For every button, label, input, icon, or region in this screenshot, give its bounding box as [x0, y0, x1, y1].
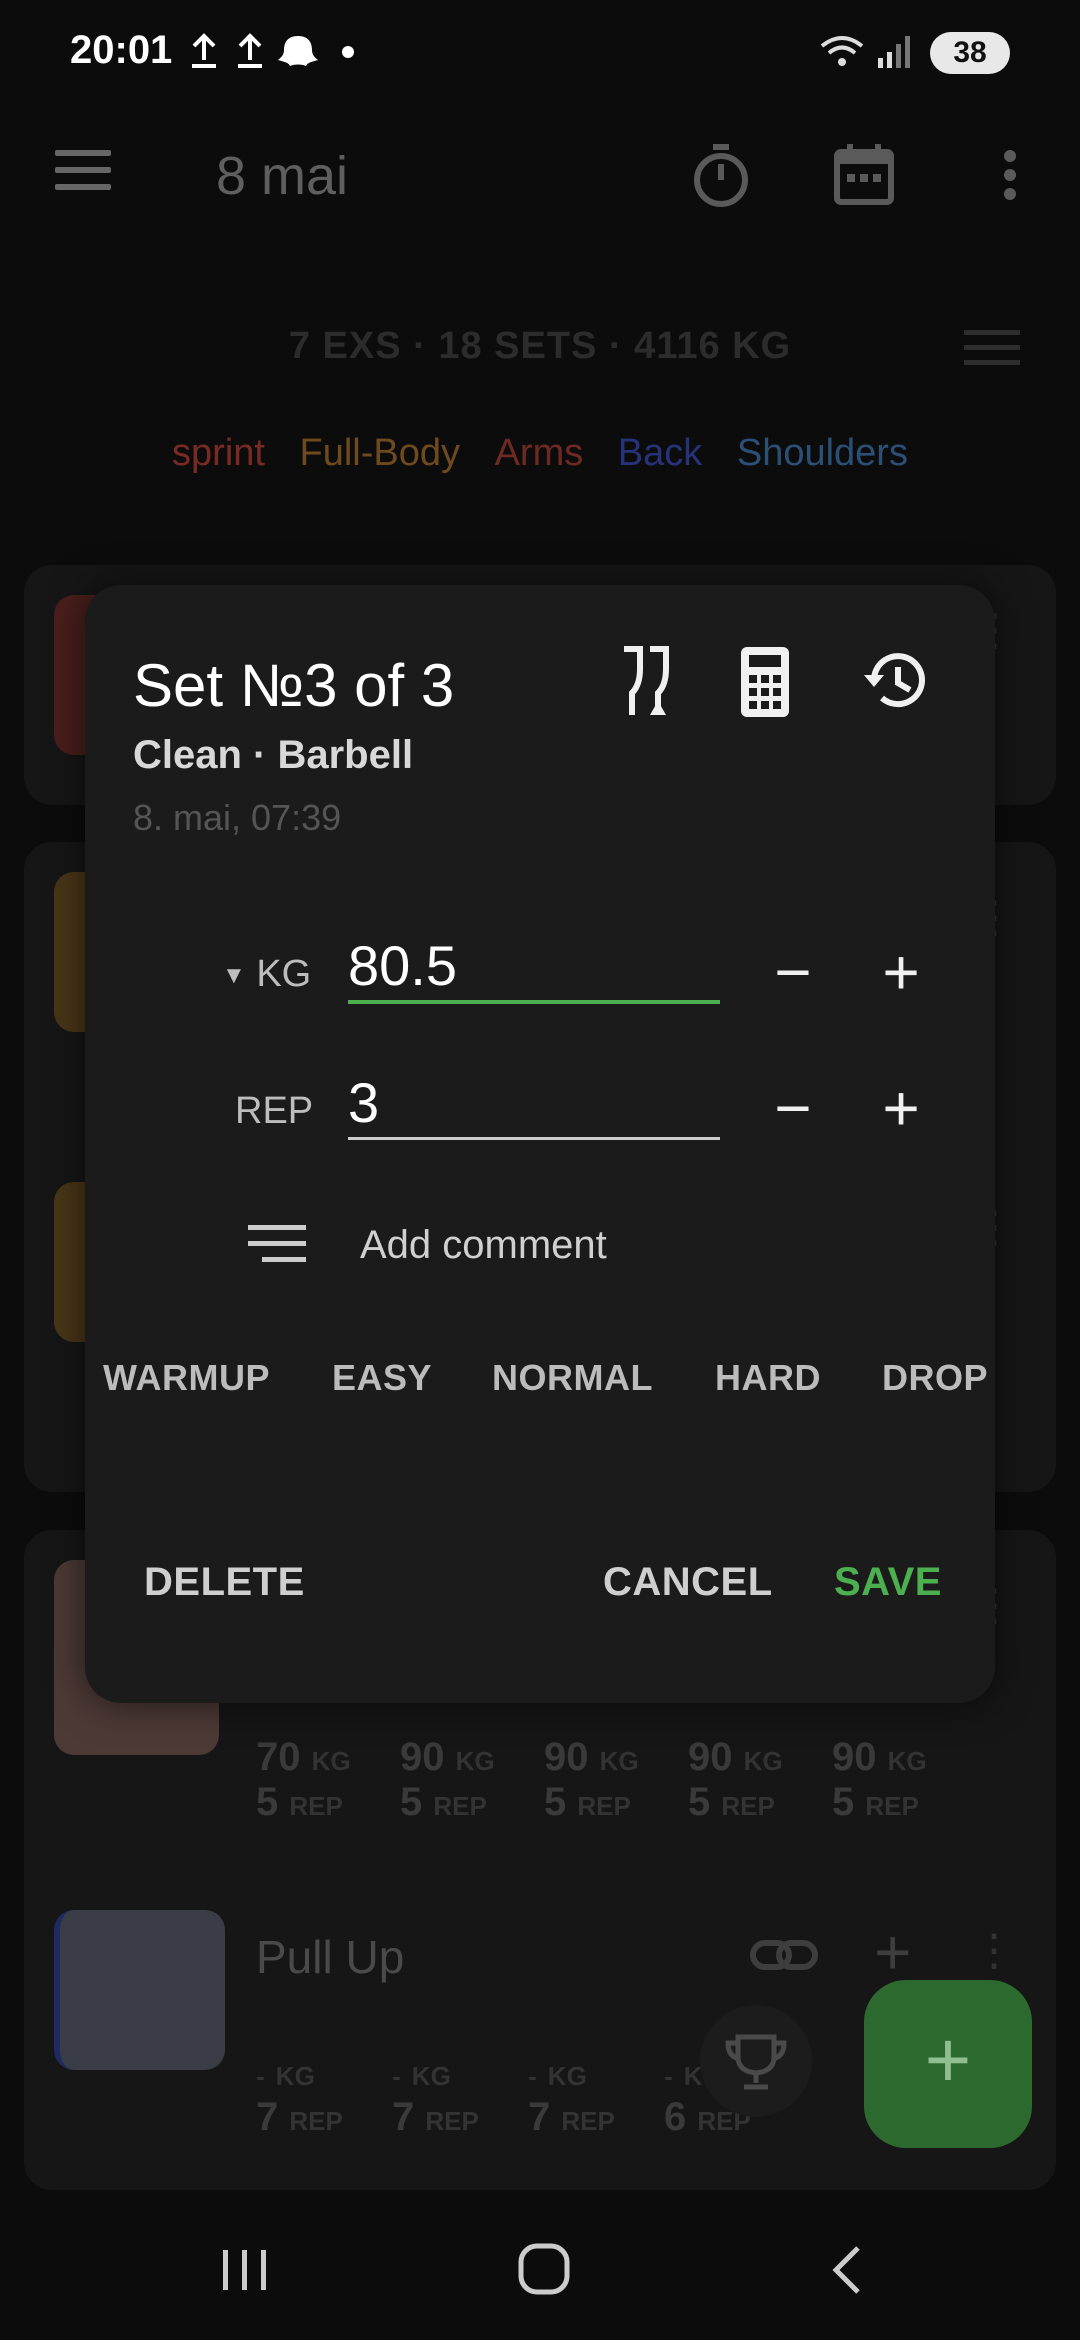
- overflow-menu-icon[interactable]: [990, 140, 1030, 210]
- muscle-tags: sprint Full-Body Arms Back Shoulders: [0, 432, 1080, 475]
- status-bar: 20:01 38: [0, 0, 1080, 110]
- unit-dropdown[interactable]: ▼ KG: [222, 953, 311, 996]
- set-chip[interactable]: 90 KG 5 REP: [544, 1735, 639, 1825]
- reps-input[interactable]: [348, 1067, 720, 1140]
- tag-shoulders[interactable]: Shoulders: [737, 432, 908, 474]
- tag-full-body[interactable]: Full-Body: [300, 432, 461, 474]
- exercise-name[interactable]: Pull Up: [256, 1930, 404, 1984]
- add-set-icon[interactable]: +: [874, 1915, 911, 1989]
- upload-icons: [192, 33, 354, 68]
- set-chip[interactable]: - KG 7 REP: [528, 2050, 615, 2140]
- add-comment-field[interactable]: Add comment: [360, 1223, 607, 1268]
- set-chip[interactable]: 90 KG 5 REP: [832, 1735, 927, 1825]
- notification-icons: [190, 30, 360, 80]
- wifi-signal-icon: [820, 36, 910, 68]
- type-drop[interactable]: DROP: [882, 1357, 988, 1399]
- weight-input[interactable]: [348, 930, 720, 1004]
- history-icon[interactable]: [860, 645, 930, 715]
- edit-set-dialog: Set №3 of 3 Clean · Barbell 8. mai, 07:3…: [85, 585, 995, 1703]
- dialog-subtitle: Clean · Barbell: [133, 733, 414, 777]
- calculator-icon[interactable]: [735, 645, 805, 717]
- trophy-icon: [725, 2034, 787, 2090]
- comment-icon: [248, 1225, 306, 1273]
- save-button[interactable]: SAVE: [834, 1560, 942, 1605]
- status-time: 20:01: [70, 28, 173, 72]
- reps-label: REP: [235, 1090, 314, 1132]
- battery-indicator: 38: [930, 32, 1010, 74]
- exercise-thumbnail: [54, 1910, 225, 2070]
- type-hard[interactable]: HARD: [715, 1357, 821, 1399]
- back-icon[interactable]: [820, 2240, 880, 2305]
- workout-summary: 7 EXS · 18 SETS · 4116 KG: [288, 325, 792, 367]
- dialog-date: 8. mai, 07:39: [133, 797, 342, 838]
- type-easy[interactable]: EASY: [332, 1357, 432, 1399]
- tag-arms[interactable]: Arms: [495, 432, 584, 474]
- stopwatch-icon[interactable]: [686, 140, 756, 210]
- link-icon[interactable]: [749, 1925, 819, 1990]
- set-chip[interactable]: 70 KG 5 REP: [256, 1735, 351, 1825]
- hamburger-menu-icon[interactable]: [55, 150, 111, 190]
- type-normal[interactable]: NORMAL: [492, 1357, 653, 1399]
- reps-decrement-button[interactable]: −: [758, 1073, 828, 1143]
- signal-wifi-icons: [820, 32, 910, 81]
- dialog-title: Set №3 of 3: [133, 652, 455, 719]
- set-chip[interactable]: - KG 7 REP: [256, 2050, 343, 2140]
- page-title: 8 mai: [216, 146, 349, 206]
- recent-apps-icon[interactable]: [215, 2240, 275, 2305]
- home-icon[interactable]: [515, 2238, 575, 2303]
- type-warmup[interactable]: WARMUP: [103, 1357, 270, 1399]
- delete-button[interactable]: DELETE: [144, 1560, 305, 1605]
- reps-increment-button[interactable]: +: [866, 1073, 936, 1143]
- sort-lines-icon[interactable]: [964, 330, 1020, 375]
- tag-sprint[interactable]: sprint: [172, 432, 265, 474]
- add-exercise-fab[interactable]: +: [864, 1980, 1032, 2148]
- weight-increment-button[interactable]: +: [866, 937, 936, 1007]
- plates-icon[interactable]: [610, 645, 680, 715]
- calendar-icon[interactable]: [829, 140, 899, 210]
- weight-decrement-button[interactable]: −: [758, 937, 828, 1007]
- chevron-down-icon: ▼: [222, 961, 246, 989]
- set-chip[interactable]: - KG 7 REP: [392, 2050, 479, 2140]
- tag-back[interactable]: Back: [618, 432, 702, 474]
- set-chip[interactable]: 90 KG 5 REP: [400, 1735, 495, 1825]
- system-nav-bar: [0, 2200, 1080, 2340]
- set-chip[interactable]: 90 KG 5 REP: [688, 1735, 783, 1825]
- card-menu-icon[interactable]: ⋮: [972, 1925, 1016, 1976]
- trophy-button[interactable]: [700, 2005, 812, 2117]
- cancel-button[interactable]: CANCEL: [603, 1560, 773, 1605]
